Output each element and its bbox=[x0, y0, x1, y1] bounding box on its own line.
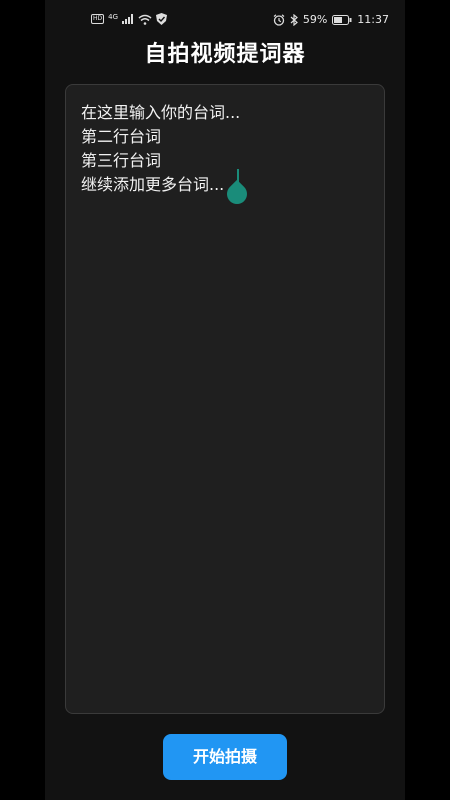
script-line: 在这里输入你的台词... bbox=[81, 103, 241, 122]
hd-badge: HD bbox=[91, 14, 105, 24]
start-recording-button[interactable]: 开始拍摄 bbox=[163, 734, 287, 780]
status-right: 59% 11:37 bbox=[273, 13, 389, 26]
app-screen: HD 4G 59% 11:37 自拍视频提词器 在这里输入你的台词... 第二行… bbox=[45, 0, 405, 800]
shield-check-icon bbox=[156, 13, 168, 25]
wifi-icon bbox=[138, 14, 152, 25]
status-left: HD 4G bbox=[91, 13, 168, 25]
script-line: 继续添加更多台词... bbox=[81, 175, 225, 194]
script-line: 第二行台词 bbox=[81, 127, 162, 146]
script-line: 第三行台词 bbox=[81, 151, 162, 170]
signal-icon bbox=[122, 14, 134, 24]
network-type-label: 4G bbox=[108, 13, 119, 21]
battery-icon bbox=[332, 14, 352, 25]
script-text-area[interactable]: 在这里输入你的台词... 第二行台词 第三行台词 继续添加更多台词... bbox=[65, 84, 385, 714]
bluetooth-icon bbox=[290, 13, 298, 26]
page-title: 自拍视频提词器 bbox=[144, 42, 306, 67]
clock-time: 11:37 bbox=[357, 13, 389, 26]
alarm-icon bbox=[273, 13, 285, 26]
battery-percent: 59% bbox=[302, 13, 328, 26]
script-lines: 在这里输入你的台词... 第二行台词 第三行台词 继续添加更多台词... bbox=[81, 101, 240, 197]
